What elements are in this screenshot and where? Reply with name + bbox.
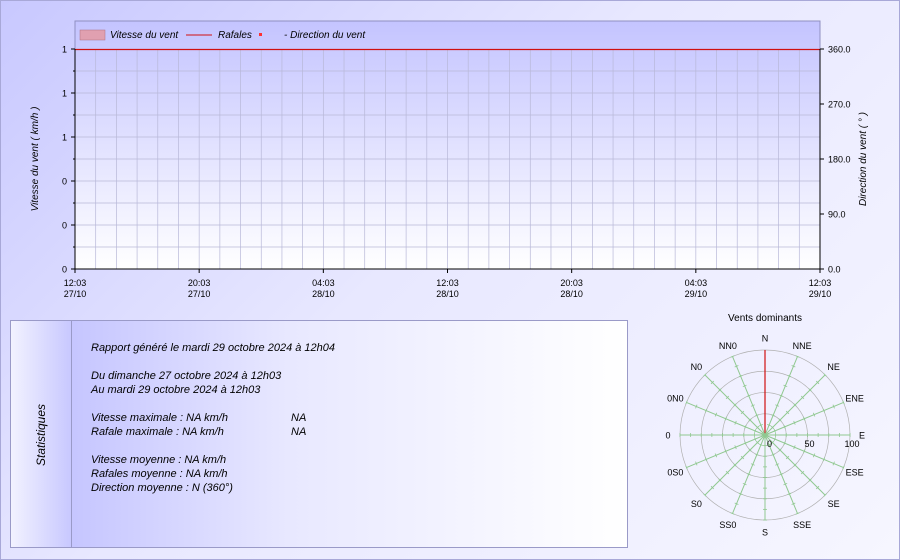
- y-left-tick-label: 0: [62, 177, 67, 187]
- rose-ring-label: 100: [844, 439, 859, 449]
- x-tick-date: 27/10: [64, 289, 87, 299]
- x-tick-time: 12:03: [809, 278, 832, 288]
- rose-label-s0: S0: [691, 499, 702, 509]
- x-tick-time: 20:03: [188, 278, 211, 288]
- y-left-tick-label: 0: [62, 265, 67, 275]
- rose-label-s: S: [762, 528, 768, 538]
- rose-ring-label: 0: [767, 439, 772, 449]
- x-tick-date: 29/10: [809, 289, 832, 299]
- max-gust-extra: NA: [291, 426, 307, 438]
- x-tick-date: 28/10: [312, 289, 335, 299]
- period-to: Au mardi 29 octobre 2024 à 12h03: [91, 384, 261, 396]
- rose-label-ene: ENE: [845, 393, 864, 403]
- wind-rose-title: Vents dominants: [728, 313, 802, 324]
- report-date: Rapport généré le mardi 29 octobre 2024 …: [91, 342, 336, 354]
- x-tick-time: 12:03: [436, 278, 459, 288]
- y-left-ticks: 1 1 1 0 0 0: [62, 45, 75, 275]
- max-speed-extra: NA: [291, 412, 307, 424]
- rose-label-0n0: 0N0: [667, 393, 684, 403]
- y-axis-right-label: Direction du vent ( ° ): [858, 112, 869, 206]
- statistics-title: Statistiques: [34, 403, 48, 467]
- x-tick-time: 04:03: [685, 278, 708, 288]
- rose-label-sse: SSE: [793, 520, 811, 530]
- max-speed: Vitesse maximale : NA km/h: [91, 412, 228, 424]
- x-tick-date: 28/10: [560, 289, 583, 299]
- legend-swatch-direction: [259, 33, 262, 36]
- average-gust: Rafales moyenne : NA km/h: [91, 468, 228, 480]
- legend-swatch-vitesse: [79, 29, 106, 41]
- max-gust-row: Rafale maximale : NA km/h NA: [91, 425, 335, 439]
- y-left-tick-label: 0: [62, 221, 67, 231]
- period-from: Du dimanche 27 octobre 2024 à 12h03: [91, 370, 282, 382]
- y-right-tick-label: 270.0: [828, 100, 851, 110]
- statistics-panel: Statistiques Rapport généré le mardi 29 …: [10, 320, 628, 548]
- legend: Vitesse du vent Rafales - Direction du v…: [79, 29, 366, 41]
- y-right-tick-label: 0.0: [828, 265, 841, 275]
- y-right-ticks: 360.0 270.0 180.0 90.0 0.0: [820, 45, 851, 275]
- y-right-tick-label: 360.0: [828, 45, 851, 55]
- average-direction: Direction moyenne : N (360°): [91, 482, 233, 494]
- max-gust: Rafale maximale : NA km/h: [91, 426, 224, 438]
- x-tick-time: 12:03: [64, 278, 87, 288]
- x-tick-time: 20:03: [560, 278, 583, 288]
- rose-label-n0: N0: [691, 362, 703, 372]
- rose-label-nn0: NN0: [719, 341, 737, 351]
- wind-rose-chart: Vents dominants N NNE NE ENE E ESE SE SSE S SS0 S0…: [665, 313, 865, 538]
- x-ticks: 12:0327/1020:0327/1004:0328/1012:0328/10…: [64, 269, 832, 299]
- rose-label-0: 0: [665, 431, 670, 441]
- rose-label-ss0: SS0: [719, 520, 736, 530]
- x-tick-date: 29/10: [685, 289, 708, 299]
- statistics-side-bar: Statistiques: [11, 321, 72, 547]
- y-right-tick-label: 90.0: [828, 210, 846, 220]
- legend-label-vitesse: Vitesse du vent: [110, 30, 179, 41]
- rose-ring-label: 50: [804, 439, 814, 449]
- rose-label-se: SE: [828, 499, 840, 509]
- y-left-tick-label: 1: [62, 133, 67, 143]
- y-right-tick-label: 180.0: [828, 155, 851, 165]
- rose-ring-labels: 0 50 100: [767, 439, 860, 449]
- x-tick-date: 28/10: [436, 289, 459, 299]
- x-tick-date: 27/10: [188, 289, 211, 299]
- rose-label-n: N: [762, 334, 769, 344]
- legend-label-direction: - Direction du vent: [284, 30, 366, 41]
- rose-label-nne: NNE: [793, 341, 812, 351]
- rose-label-e: E: [859, 431, 865, 441]
- statistics-body: Rapport généré le mardi 29 octobre 2024 …: [91, 341, 335, 495]
- legend-label-rafales: Rafales: [218, 30, 252, 41]
- average-speed: Vitesse moyenne : NA km/h: [91, 454, 227, 466]
- rose-label-ne: NE: [827, 362, 840, 372]
- rose-label-ese: ESE: [846, 468, 864, 478]
- max-speed-row: Vitesse maximale : NA km/h NA: [91, 411, 335, 425]
- y-left-tick-label: 1: [62, 45, 67, 55]
- x-tick-time: 04:03: [312, 278, 335, 288]
- wind-time-chart: 111000 360.0270.0180.090.00.0 12:0327/10…: [30, 20, 869, 299]
- y-left-tick-label: 1: [62, 89, 67, 99]
- rose-spokes: [679, 350, 851, 521]
- rose-label-0s0: 0S0: [667, 468, 683, 478]
- y-axis-left-label: Vitesse du vent ( km/h ): [30, 107, 41, 212]
